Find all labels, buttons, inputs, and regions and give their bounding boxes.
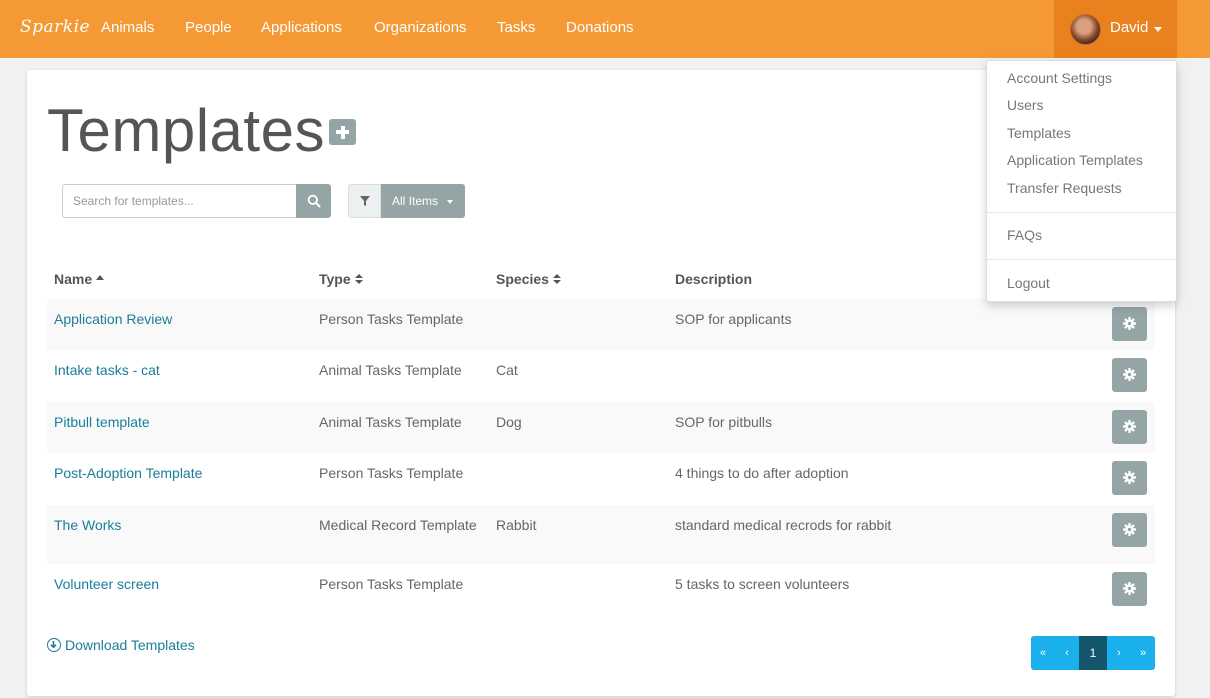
template-species: Rabbit [496,517,537,533]
pagination-last[interactable]: » [1131,636,1155,670]
page-title: Templates [47,97,325,164]
gear-icon [1123,317,1136,330]
column-header-label: Name [54,271,93,287]
row-settings-button[interactable] [1112,358,1147,392]
menu-item-users[interactable]: Users [1007,97,1044,113]
row-settings-button[interactable] [1112,410,1147,444]
user-name: David [1110,19,1149,36]
all-items-label: All Items [392,194,439,208]
template-type: Animal Tasks Template [319,362,462,378]
table-row: The Works Medical Record Template Rabbit… [47,505,1155,564]
pagination-page-1[interactable]: 1 [1079,636,1107,670]
table-row: Post-Adoption Template Person Tasks Temp… [47,453,1155,505]
filter-button[interactable] [348,184,381,218]
nav-animals[interactable]: Animals [101,19,154,36]
template-type: Animal Tasks Template [319,414,462,430]
template-type: Person Tasks Template [319,311,464,327]
sort-icon [552,274,562,285]
search-input[interactable] [62,184,296,218]
template-description: 5 tasks to screen volunteers [675,576,850,592]
nav-organizations[interactable]: Organizations [374,19,467,36]
navbar: Sparkie Animals People Applications Orga… [0,0,1210,58]
pagination-first[interactable]: « [1031,636,1055,670]
gear-icon [1123,523,1136,536]
template-type: Person Tasks Template [319,576,464,592]
template-link[interactable]: Volunteer screen [54,574,159,595]
search-icon [307,194,321,208]
table-row: Application Review Person Tasks Template… [47,299,1155,350]
row-settings-button[interactable] [1112,307,1147,341]
brand-logo[interactable]: Sparkie [20,17,90,37]
menu-item-faqs[interactable]: FAQs [1007,227,1042,243]
menu-item-account-settings[interactable]: Account Settings [1007,70,1112,86]
row-settings-button[interactable] [1112,572,1147,606]
pagination-next[interactable]: › [1107,636,1131,670]
menu-item-application-templates[interactable]: Application Templates [1007,152,1143,168]
column-header-label: Species [496,271,549,287]
template-description: 4 things to do after adoption [675,465,849,481]
filter-icon [360,196,370,206]
table-row: Volunteer screen Person Tasks Template 5… [47,564,1155,616]
nav-donations[interactable]: Donations [566,19,634,36]
add-template-button[interactable] [329,119,356,145]
column-header-label: Description [675,271,753,287]
menu-divider [987,259,1176,260]
row-settings-button[interactable] [1112,513,1147,547]
gear-icon [1123,471,1136,484]
template-link[interactable]: Pitbull template [54,412,150,433]
gear-icon [1123,420,1136,433]
template-species: Dog [496,414,522,430]
sort-asc-icon [96,275,105,280]
template-link[interactable]: The Works [54,515,121,536]
column-header-label: Type [319,271,351,287]
gear-icon [1123,368,1136,381]
template-link[interactable]: Application Review [54,309,172,330]
template-type: Person Tasks Template [319,465,464,481]
avatar [1070,14,1101,45]
template-species: Cat [496,362,518,378]
menu-divider [987,212,1176,213]
template-description: SOP for pitbulls [675,414,773,430]
column-header-species[interactable]: Species [496,271,562,287]
nav-tasks[interactable]: Tasks [497,19,535,36]
menu-item-templates[interactable]: Templates [1007,125,1071,141]
pagination: « ‹ 1 › » [1031,636,1155,670]
user-dropdown-menu: Account Settings Users Templates Applica… [986,60,1177,302]
all-items-dropdown[interactable]: All Items [381,184,465,218]
template-link[interactable]: Post-Adoption Template [54,463,202,484]
gear-icon [1123,582,1136,595]
template-description: SOP for applicants [675,311,792,327]
nav-applications[interactable]: Applications [261,19,342,36]
caret-down-icon [447,200,453,204]
user-menu-toggle[interactable]: David [1054,0,1177,58]
template-type: Medical Record Template [319,517,477,533]
column-header-type[interactable]: Type [319,271,364,287]
pagination-prev[interactable]: ‹ [1055,636,1079,670]
nav-people[interactable]: People [185,19,232,36]
download-circle-icon [47,638,61,652]
template-link[interactable]: Intake tasks - cat [54,360,160,381]
search-button[interactable] [296,184,331,218]
table-row: Intake tasks - cat Animal Tasks Template… [47,350,1155,402]
table-row: Pitbull template Animal Tasks Template D… [47,402,1155,453]
download-label: Download Templates [65,637,195,653]
row-settings-button[interactable] [1112,461,1147,495]
menu-item-logout[interactable]: Logout [1007,275,1050,291]
caret-down-icon [1154,27,1162,32]
sort-icon [354,274,364,285]
column-header-name[interactable]: Name [54,271,105,287]
template-description: standard medical recrods for rabbit [675,517,892,533]
menu-item-transfer-requests[interactable]: Transfer Requests [1007,180,1122,196]
column-header-description: Description [675,271,752,287]
